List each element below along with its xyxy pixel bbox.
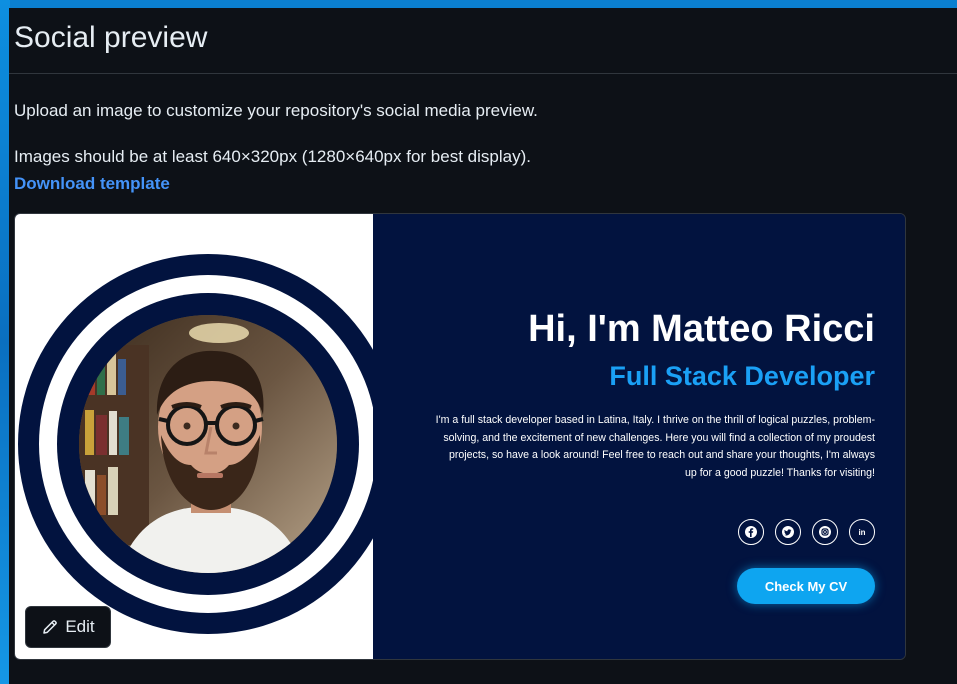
social-preview-panel: Social preview Upload an image to custom… xyxy=(9,8,957,684)
check-cv-button: Check My CV xyxy=(737,568,875,604)
hero-bio: I'm a full stack developer based in Lati… xyxy=(435,414,875,479)
edit-button[interactable]: Edit xyxy=(25,606,111,648)
twitter-icon xyxy=(775,519,801,545)
profile-photo xyxy=(79,315,337,573)
linkedin-icon: in xyxy=(849,519,875,545)
section-title: Social preview xyxy=(14,21,208,54)
outer-ring xyxy=(18,254,373,634)
image-requirements: Images should be at least 640×320px (128… xyxy=(14,147,531,166)
section-description: Upload an image to customize your reposi… xyxy=(14,101,538,120)
svg-text:in: in xyxy=(858,528,865,537)
pencil-icon xyxy=(43,620,58,634)
hero-role: Full Stack Developer xyxy=(609,361,875,391)
download-template-link[interactable]: Download template xyxy=(14,173,170,195)
instagram-icon xyxy=(812,519,838,545)
hero-name: Hi, I'm Matteo Ricci xyxy=(528,308,875,350)
edit-button-label: Edit xyxy=(65,617,95,636)
preview-text-area: Hi, I'm Matteo Ricci Full Stack Develope… xyxy=(373,214,905,659)
social-links: in xyxy=(738,519,875,545)
section-header: Social preview xyxy=(9,8,957,74)
profile-photo-illustration xyxy=(79,315,337,573)
preview-photo-area xyxy=(15,214,373,659)
social-preview-image: Hi, I'm Matteo Ricci Full Stack Develope… xyxy=(14,213,906,660)
facebook-icon xyxy=(738,519,764,545)
